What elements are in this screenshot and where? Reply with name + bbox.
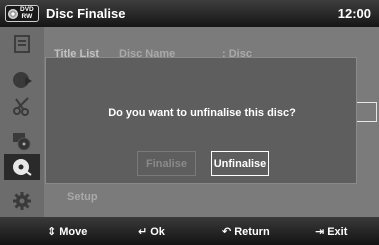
background-field xyxy=(356,102,377,122)
return-icon: ↶ xyxy=(222,226,232,238)
sidebar-item-edit[interactable] xyxy=(4,93,40,119)
finalise-button[interactable]: Finalise xyxy=(137,151,196,176)
help-move: ⇕ Move xyxy=(47,225,88,239)
sidebar-item-setup[interactable] xyxy=(4,188,40,214)
disc-manager-icon xyxy=(13,133,31,151)
disc-type-label: DVD RW xyxy=(20,6,34,20)
title-list-icon xyxy=(14,35,30,53)
dialog-message: Do you want to unfinalise this disc? xyxy=(108,107,296,119)
unfinalise-dialog: Do you want to unfinalise this disc? Fin… xyxy=(45,57,357,184)
playlist-icon xyxy=(13,72,32,88)
clock: 12:00 xyxy=(337,6,371,21)
help-ok-label: Ok xyxy=(150,225,165,238)
setup-label: Setup xyxy=(67,191,98,203)
sidebar-item-disc-finalise[interactable] xyxy=(4,154,40,180)
unfinalise-button[interactable]: Unfinalise xyxy=(211,151,269,176)
scissors-icon xyxy=(13,97,29,116)
help-ok: ↵ Ok xyxy=(138,225,165,239)
help-exit: ⇥ Exit xyxy=(315,225,348,239)
disc-finalise-screen: DVD RW Disc Finalise 12:00 Title List Di… xyxy=(0,0,379,245)
sidebar-item-title-list[interactable] xyxy=(4,31,40,57)
sidebar-item-disc-manager[interactable] xyxy=(4,128,40,154)
page-title: Disc Finalise xyxy=(46,6,126,21)
help-move-label: Move xyxy=(59,225,88,238)
enter-icon: ↵ xyxy=(138,226,148,238)
disc-icon xyxy=(8,8,18,19)
help-return: ↶ Return xyxy=(222,225,270,239)
help-return-label: Return xyxy=(234,225,270,238)
menu-sidebar xyxy=(0,27,44,217)
sidebar-item-playlist[interactable] xyxy=(4,67,40,93)
gear-icon xyxy=(13,192,31,210)
help-bar: ⇕ Move ↵ Ok ↶ Return ⇥ Exit xyxy=(0,217,379,245)
title-bar: DVD RW Disc Finalise 12:00 xyxy=(0,0,379,27)
up-down-arrow-icon: ⇕ xyxy=(47,226,57,238)
help-exit-label: Exit xyxy=(327,225,348,238)
exit-icon: ⇥ xyxy=(315,226,325,238)
dvd-rw-logo: DVD RW xyxy=(5,5,39,22)
disc-icon xyxy=(13,159,32,176)
